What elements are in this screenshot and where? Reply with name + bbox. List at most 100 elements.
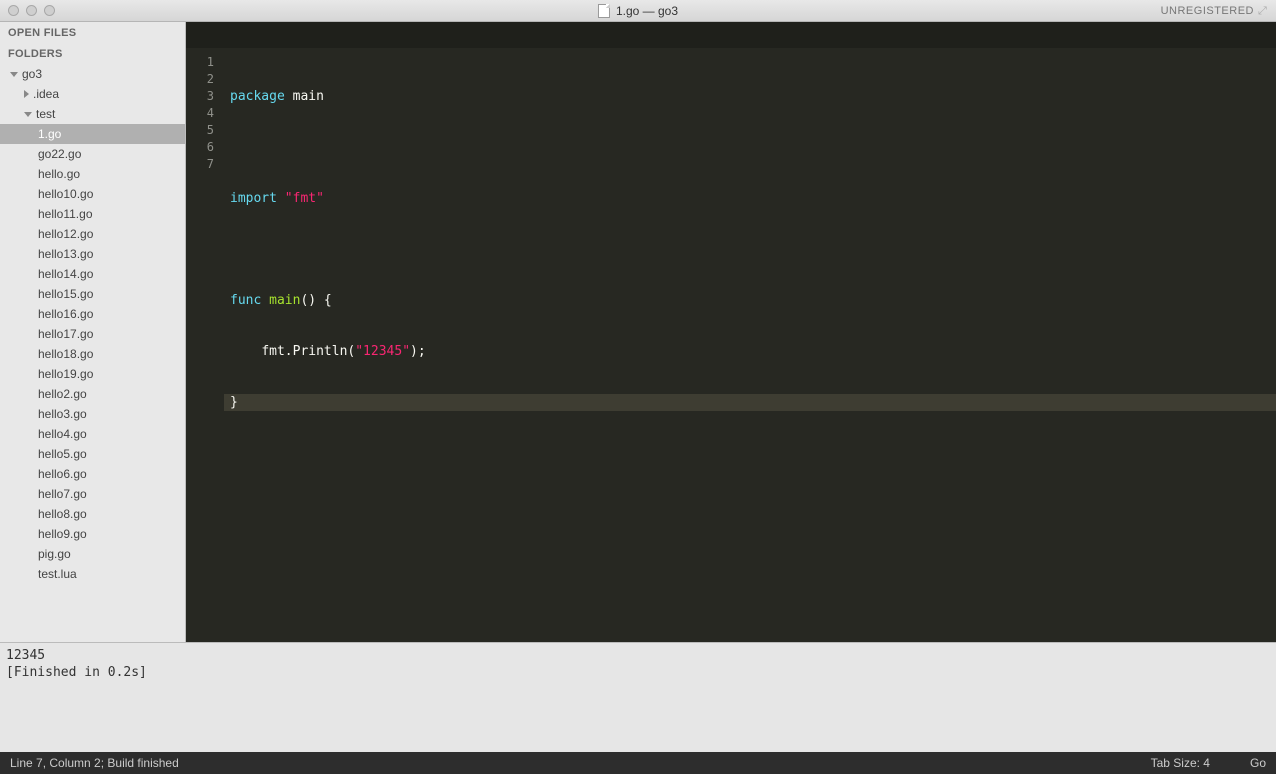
token-string: "12345"	[355, 344, 410, 359]
code-line[interactable]: import "fmt"	[224, 190, 1276, 207]
file-icon	[598, 4, 610, 18]
token-indent	[230, 344, 261, 359]
window-title-text: 1.go — go3	[616, 4, 678, 18]
sidebar: OPEN FILES FOLDERS go3 .idea test 1.go go22…	[0, 22, 186, 642]
status-language[interactable]: Go	[1250, 756, 1266, 770]
sidebar-item[interactable]: hello9.go	[0, 524, 185, 544]
token-keyword: package	[230, 89, 285, 104]
line-number: 1	[186, 54, 224, 71]
token-keyword: func	[230, 293, 261, 308]
code-editor[interactable]: 1234567 package main import "fmt" func m…	[186, 22, 1276, 642]
sidebar-item-label: hello13.go	[38, 247, 93, 261]
sidebar-item[interactable]: hello2.go	[0, 384, 185, 404]
token-string: "fmt"	[277, 191, 324, 206]
sidebar-item[interactable]: hello15.go	[0, 284, 185, 304]
sidebar-item-label: hello9.go	[38, 527, 87, 541]
window-title: 1.go — go3	[598, 4, 678, 18]
sidebar-item[interactable]: hello5.go	[0, 444, 185, 464]
sidebar-item[interactable]: hello10.go	[0, 184, 185, 204]
line-number: 6	[186, 139, 224, 156]
minimize-window-button[interactable]	[26, 5, 37, 16]
sidebar-item-label: hello2.go	[38, 387, 87, 401]
sidebar-item[interactable]: hello16.go	[0, 304, 185, 324]
sidebar-item[interactable]: hello14.go	[0, 264, 185, 284]
sidebar-item-label: hello7.go	[38, 487, 87, 501]
expand-icon[interactable]	[1258, 5, 1270, 17]
token-plain: );	[410, 344, 426, 359]
code-area[interactable]: package main import "fmt" func main() { …	[224, 22, 1276, 642]
sidebar-item-selected[interactable]: 1.go	[0, 124, 185, 144]
status-left[interactable]: Line 7, Column 2; Build finished	[10, 756, 179, 770]
sidebar-item-label: hello18.go	[38, 347, 93, 361]
zoom-window-button[interactable]	[44, 5, 55, 16]
sidebar-item-label: hello5.go	[38, 447, 87, 461]
sidebar-item[interactable]: hello8.go	[0, 504, 185, 524]
chevron-down-icon	[24, 112, 32, 117]
sidebar-item[interactable]: hello.go	[0, 164, 185, 184]
window-titlebar: 1.go — go3 UNREGISTERED	[0, 0, 1276, 22]
output-line: 12345	[6, 647, 1270, 664]
sidebar-item-label: hello17.go	[38, 327, 93, 341]
sidebar-item[interactable]: hello6.go	[0, 464, 185, 484]
build-output-panel[interactable]: 12345 [Finished in 0.2s]	[0, 642, 1276, 752]
sidebar-item[interactable]: hello18.go	[0, 344, 185, 364]
unregistered-text: UNREGISTERED	[1161, 5, 1254, 17]
code-line[interactable]: package main	[224, 88, 1276, 105]
open-files-header[interactable]: OPEN FILES	[0, 22, 185, 43]
sidebar-item-label: hello10.go	[38, 187, 93, 201]
code-line[interactable]	[224, 139, 1276, 156]
token-call: fmt.Println(	[261, 344, 355, 359]
token-name: main	[285, 89, 324, 104]
sidebar-item-label: hello16.go	[38, 307, 93, 321]
sidebar-item-label: hello15.go	[38, 287, 93, 301]
sidebar-item-label: hello19.go	[38, 367, 93, 381]
sidebar-item[interactable]: hello17.go	[0, 324, 185, 344]
sidebar-item-label: hello14.go	[38, 267, 93, 281]
status-right: Tab Size: 4 Go	[1151, 756, 1266, 770]
sidebar-item[interactable]: hello19.go	[0, 364, 185, 384]
sidebar-item[interactable]: go22.go	[0, 144, 185, 164]
output-line: [Finished in 0.2s]	[6, 664, 1270, 681]
sidebar-item[interactable]: hello13.go	[0, 244, 185, 264]
file-tree: .idea test 1.go go22.go hello.go hello10.go he…	[0, 84, 185, 584]
close-window-button[interactable]	[8, 5, 19, 16]
sidebar-item-label: go22.go	[38, 147, 81, 161]
sidebar-item[interactable]: hello3.go	[0, 404, 185, 424]
token-plain: }	[230, 395, 238, 410]
chevron-right-icon	[24, 90, 29, 98]
status-tab-size[interactable]: Tab Size: 4	[1151, 756, 1210, 770]
line-number: 3	[186, 88, 224, 105]
sidebar-item[interactable]: .idea	[0, 84, 185, 104]
line-number: 5	[186, 122, 224, 139]
sidebar-item[interactable]: hello7.go	[0, 484, 185, 504]
unregistered-label: UNREGISTERED	[1161, 5, 1270, 17]
main-area: OPEN FILES FOLDERS go3 .idea test 1.go go22…	[0, 22, 1276, 642]
sidebar-item-label: test.lua	[38, 567, 77, 581]
chevron-down-icon	[10, 72, 18, 77]
sidebar-item-label: pig.go	[38, 547, 71, 561]
code-line[interactable]: fmt.Println("12345");	[224, 343, 1276, 360]
token-keyword: import	[230, 191, 277, 206]
code-line-current[interactable]: }	[224, 394, 1276, 411]
sidebar-item-label: test	[36, 107, 55, 121]
token-func-name: main	[261, 293, 300, 308]
sidebar-item[interactable]: hello4.go	[0, 424, 185, 444]
sidebar-item[interactable]: hello11.go	[0, 204, 185, 224]
folders-header[interactable]: FOLDERS	[0, 43, 185, 64]
sidebar-item-label: hello12.go	[38, 227, 93, 241]
code-line[interactable]	[224, 241, 1276, 258]
sidebar-item-label: hello4.go	[38, 427, 87, 441]
sidebar-root[interactable]: go3	[0, 64, 185, 84]
sidebar-item-label: hello11.go	[38, 207, 93, 221]
sidebar-item[interactable]: hello12.go	[0, 224, 185, 244]
line-number: 4	[186, 105, 224, 122]
sidebar-item-label: hello8.go	[38, 507, 87, 521]
sidebar-item[interactable]: test	[0, 104, 185, 124]
sidebar-item[interactable]: test.lua	[0, 564, 185, 584]
status-bar: Line 7, Column 2; Build finished Tab Siz…	[0, 752, 1276, 774]
sidebar-item-label: hello6.go	[38, 467, 87, 481]
sidebar-root-label: go3	[22, 67, 42, 81]
sidebar-item[interactable]: pig.go	[0, 544, 185, 564]
code-line[interactable]: func main() {	[224, 292, 1276, 309]
line-gutter: 1234567	[186, 22, 224, 642]
